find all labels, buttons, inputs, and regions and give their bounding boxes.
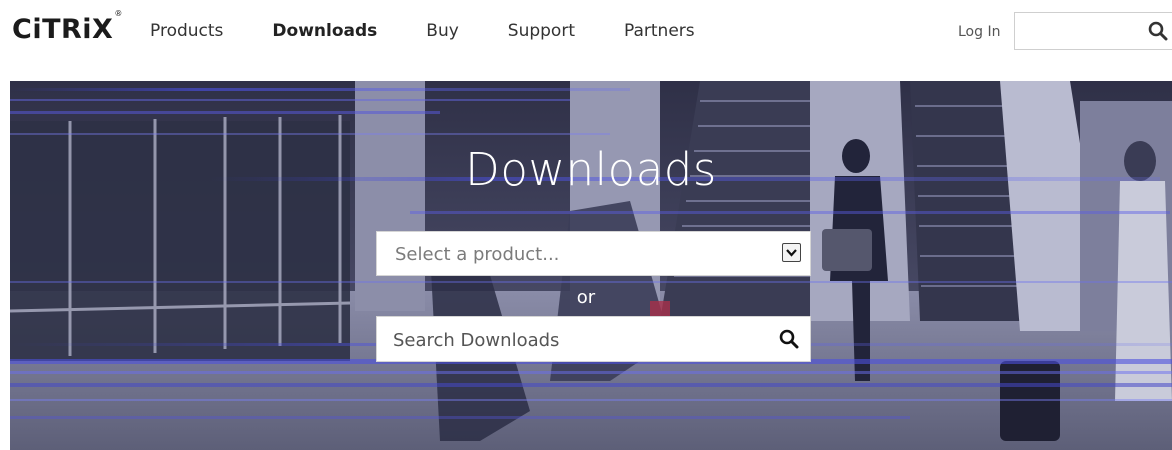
- nav-downloads[interactable]: Downloads: [272, 21, 377, 41]
- page-title: Downloads: [465, 143, 717, 196]
- product-select[interactable]: Select a product...: [376, 231, 811, 276]
- search-icon[interactable]: [779, 329, 799, 354]
- site-search-input[interactable]: [1023, 14, 1147, 50]
- downloads-search-input[interactable]: [391, 323, 765, 357]
- logo-text: CiTRiX: [12, 14, 114, 45]
- or-separator: or: [576, 287, 596, 308]
- site-search-box: [1014, 12, 1172, 50]
- login-link[interactable]: Log In: [958, 24, 1000, 40]
- search-icon[interactable]: [1148, 21, 1168, 46]
- nav-buy[interactable]: Buy: [426, 21, 459, 41]
- chevron-down-icon[interactable]: [782, 243, 801, 262]
- citrix-logo[interactable]: CiTRiX®: [12, 9, 123, 45]
- downloads-search-box: [376, 316, 811, 362]
- product-select-placeholder: Select a product...: [395, 244, 560, 265]
- hero-banner: Downloads Select a product... or: [10, 81, 1172, 450]
- nav-support[interactable]: Support: [508, 21, 575, 41]
- top-navigation-bar: CiTRiX® Products Downloads Buy Support P…: [0, 0, 1172, 70]
- nav-products[interactable]: Products: [150, 21, 223, 41]
- registered-mark: ®: [114, 9, 123, 18]
- main-nav: Products Downloads Buy Support Partners: [150, 21, 744, 41]
- nav-partners[interactable]: Partners: [624, 21, 695, 41]
